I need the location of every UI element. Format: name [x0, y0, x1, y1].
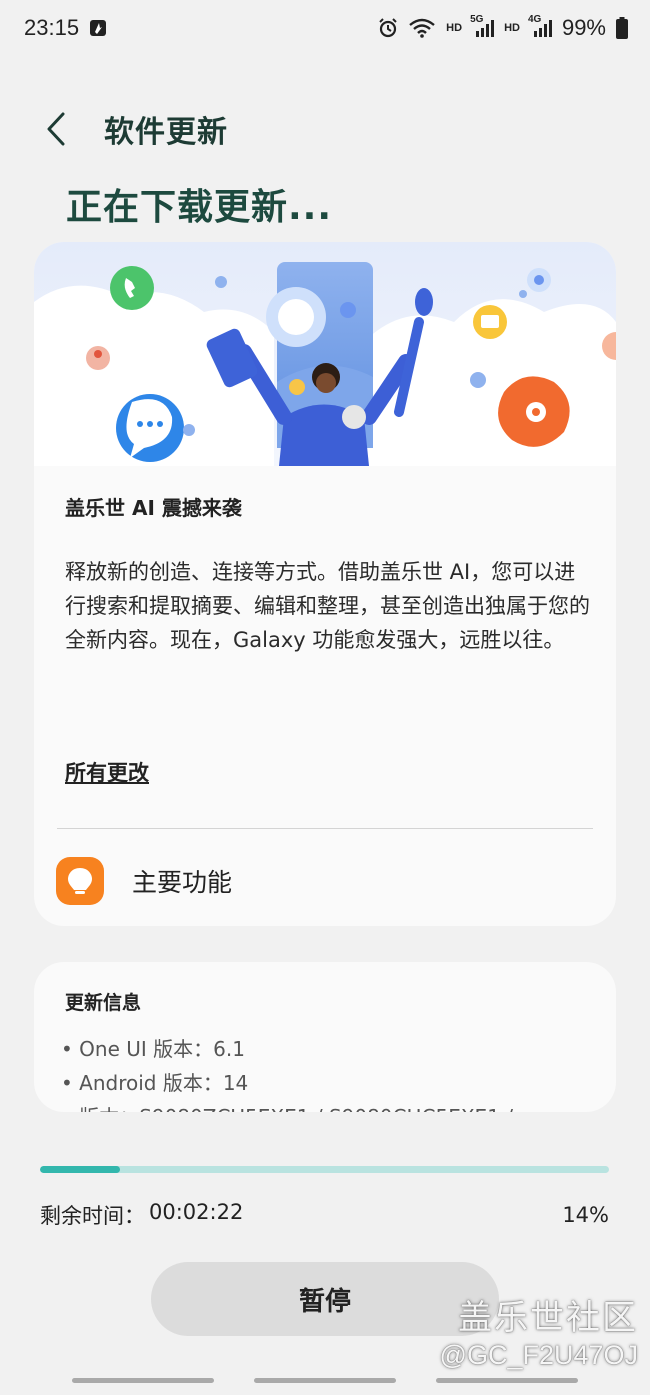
remaining-time-label: 剩余时间：: [40, 1204, 145, 1228]
list-item: • Android 版本：14: [61, 1071, 249, 1095]
list-item: • One UI 版本：6.1: [61, 1037, 245, 1061]
key-features-label: 主要功能: [132, 868, 233, 897]
status-time: 23:15: [24, 15, 80, 40]
remaining-time: 剩余时间： 00:02:22: [40, 1200, 243, 1230]
signal-4g-icon: 4G: [528, 14, 552, 38]
update-info-title: 更新信息: [65, 992, 142, 1014]
header: 软件更新: [36, 104, 228, 154]
nav-hint-center[interactable]: [254, 1378, 396, 1383]
release-description: 释放新的创造、连接等方式。借助盖乐世 AI，您可以进行搜索和提取摘要、编辑和整理…: [65, 560, 590, 652]
status-left: 23:15: [24, 15, 107, 41]
nav-hint-left[interactable]: [72, 1378, 214, 1383]
all-changes-link[interactable]: 所有更改: [65, 757, 149, 787]
release-notes-card: 盖乐世 AI 震撼来袭 释放新的创造、连接等方式。借助盖乐世 AI，您可以进行搜…: [34, 242, 616, 926]
network-5g-label: 5G: [470, 14, 484, 25]
progress-percent: 14%: [562, 1203, 609, 1227]
community-watermark: 盖乐世社区: [458, 1298, 638, 1338]
network-4g-label: 4G: [527, 14, 542, 25]
gesture-navigation-bar: [0, 1378, 650, 1388]
release-heading: 盖乐世 AI 震撼来袭: [65, 496, 242, 520]
hd-label-2: HD: [504, 22, 520, 34]
download-progress-bar: [40, 1166, 609, 1173]
chevron-left-icon: [47, 112, 65, 146]
key-features-row[interactable]: 主要功能: [56, 852, 596, 910]
nav-hint-right[interactable]: [436, 1378, 578, 1383]
battery-icon: [616, 17, 628, 39]
galaxy-ai-banner-illustration: [34, 242, 616, 466]
signal-5g-icon: 5G: [470, 14, 495, 38]
update-info-list: • One UI 版本：6.1 • Android 版本：14 • 版本：S90…: [61, 1032, 513, 1112]
user-watermark: @GC_F2U47OJ: [439, 1340, 638, 1370]
notification-app-icon: [89, 19, 107, 37]
battery-percent: 99%: [561, 15, 606, 40]
alarm-icon: [378, 18, 398, 38]
status-bar: 23:15 HD 5G HD 4G 99%: [0, 0, 650, 56]
remaining-time-value: 00:02:22: [149, 1200, 244, 1224]
page-title: 正在下载更新...: [66, 187, 333, 228]
download-progress-fill: [40, 1166, 120, 1173]
hd-label-1: HD: [446, 22, 463, 34]
back-button[interactable]: [36, 104, 76, 154]
update-info-card: 更新信息 • One UI 版本：6.1 • Android 版本：14 • 版…: [34, 962, 616, 1112]
remaining-time-row: 剩余时间： 00:02:22 14%: [40, 1198, 609, 1232]
header-title: 软件更新: [104, 115, 228, 150]
list-item: • 版本：S9080ZCU5EXE1 / S9080CHC5EXE1 /: [61, 1100, 513, 1112]
lightbulb-icon: [56, 857, 104, 905]
status-right: HD 5G HD 4G 99%: [378, 14, 628, 41]
divider: [57, 828, 593, 829]
wifi-icon: [408, 18, 436, 38]
pause-button[interactable]: 暂停: [151, 1262, 499, 1336]
